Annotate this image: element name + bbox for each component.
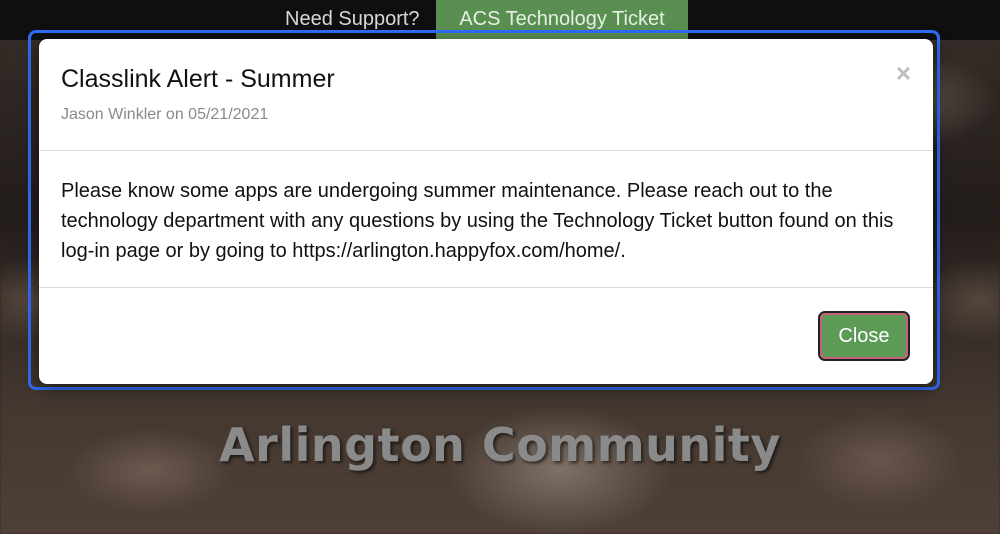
page-headline: Arlington Community: [219, 418, 781, 472]
dialog-title: Classlink Alert - Summer: [61, 65, 335, 93]
close-button[interactable]: Close: [818, 311, 910, 361]
technology-ticket-label: ACS Technology Ticket: [459, 8, 665, 30]
dialog-message: Please know some apps are undergoing sum…: [61, 180, 894, 262]
dialog-body: Please know some apps are undergoing sum…: [39, 151, 933, 288]
close-icon[interactable]: ×: [896, 59, 911, 87]
dialog-footer: Close: [39, 288, 933, 384]
dialog-header: Classlink Alert - Summer Jason Winkler o…: [39, 39, 933, 151]
alert-dialog: Classlink Alert - Summer Jason Winkler o…: [39, 39, 933, 384]
support-label: Need Support?: [285, 8, 420, 30]
dialog-author-date: Jason Winkler on 05/21/2021: [61, 106, 269, 123]
